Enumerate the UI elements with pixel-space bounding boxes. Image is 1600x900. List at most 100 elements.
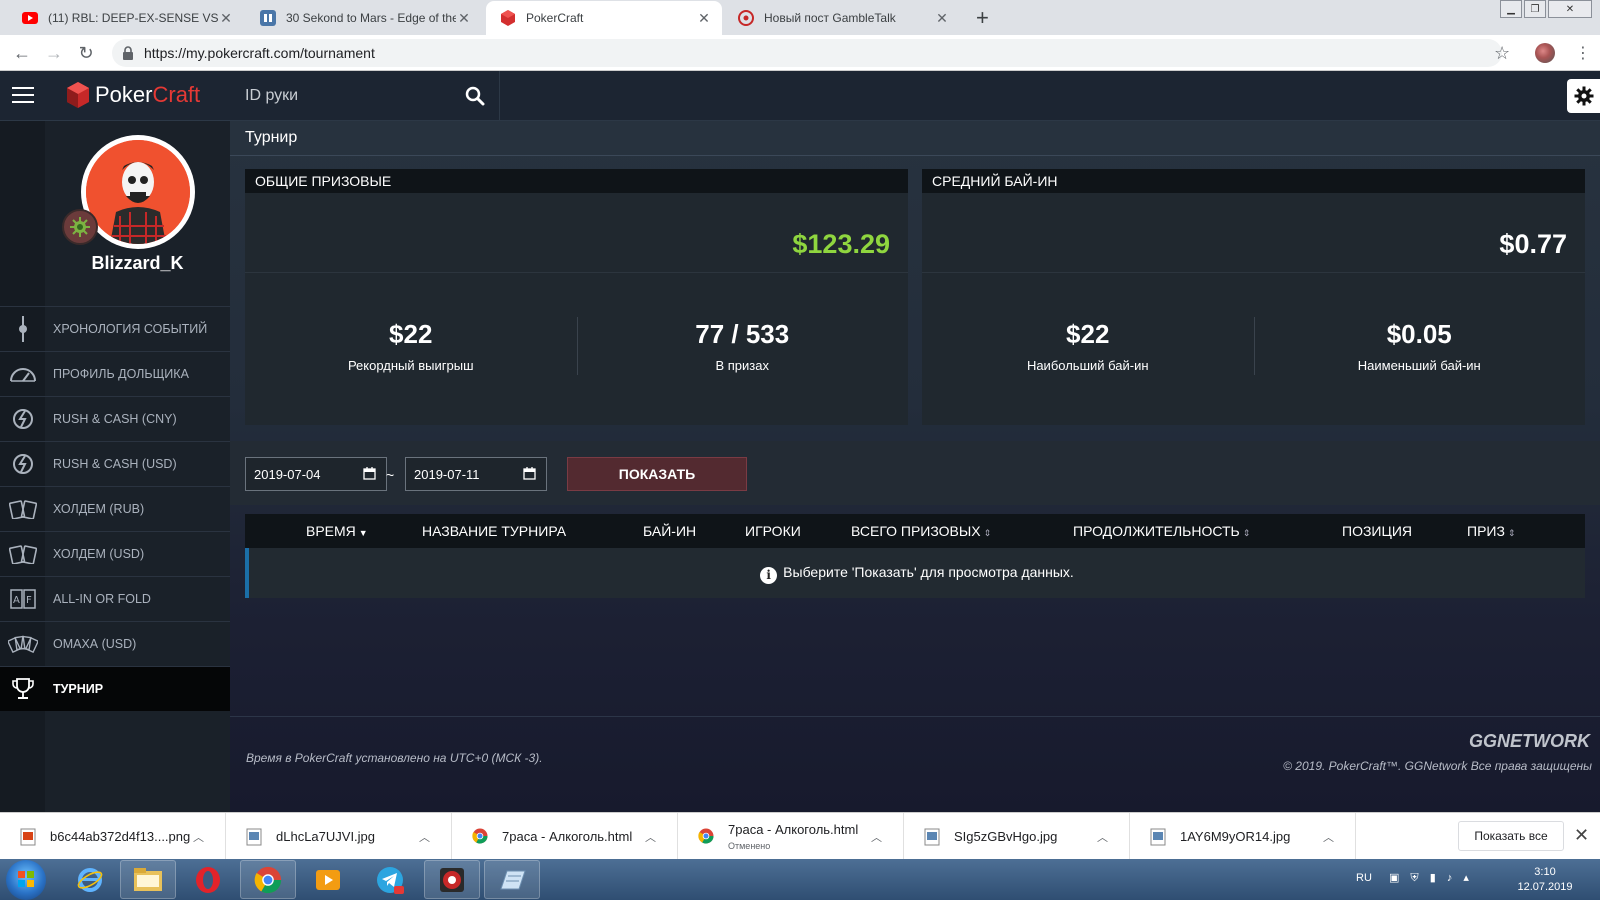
close-icon[interactable]: ✕ bbox=[696, 10, 712, 27]
sidebar: Blizzard_K ХРОНОЛОГИЯ СОБЫТИЙ ПРОФИЛЬ ДО… bbox=[0, 121, 230, 812]
column-header-position[interactable]: ПОЗИЦИЯ bbox=[1342, 523, 1412, 539]
taskbar-telegram[interactable] bbox=[362, 860, 418, 899]
chevron-up-icon[interactable]: ︿ bbox=[193, 829, 213, 845]
network-signal-icon[interactable]: ▮ bbox=[1430, 872, 1436, 884]
download-filename: SIg5zGBvHgo.jpg bbox=[954, 829, 1058, 844]
download-filename: b6c44ab372d4f13....png bbox=[50, 829, 191, 844]
cards-icon bbox=[0, 532, 45, 576]
volume-icon[interactable]: ♪ bbox=[1447, 872, 1453, 884]
browser-tab-youtube[interactable]: (11) RBL: DEEP-EX-SENSE VS PLA ✕ bbox=[8, 1, 244, 35]
show-button[interactable]: ПОКАЗАТЬ bbox=[567, 457, 747, 491]
taskbar-ie[interactable] bbox=[62, 860, 118, 899]
download-item[interactable]: 1AY6M9yOR14.jpg ︿ bbox=[1130, 813, 1356, 860]
download-item[interactable]: SIg5zGBvHgo.jpg ︿ bbox=[904, 813, 1130, 860]
language-indicator[interactable]: RU bbox=[1356, 872, 1372, 884]
column-header-players[interactable]: ИГРОКИ bbox=[745, 523, 801, 539]
stat-value: 77 / 533 bbox=[695, 319, 790, 349]
column-header-time[interactable]: ВРЕМЯ ▼ bbox=[306, 523, 368, 539]
cards-icon bbox=[0, 487, 45, 531]
minimize-button[interactable]: ▁ bbox=[1500, 0, 1522, 18]
chevron-up-icon[interactable]: ︿ bbox=[645, 829, 665, 845]
stat-max-buyin: $22 Наибольший бай-ин bbox=[922, 319, 1254, 373]
downloads-bar: b6c44ab372d4f13....png ︿ dLhcLa7UJVI.jpg… bbox=[0, 812, 1600, 860]
sidebar-item-staker-profile[interactable]: ПРОФИЛЬ ДОЛЬЩИКА bbox=[0, 351, 230, 396]
chevron-up-icon[interactable]: ︿ bbox=[871, 829, 891, 845]
sidebar-item-holdem-rub[interactable]: ХОЛДЕМ (RUB) bbox=[0, 486, 230, 531]
hamburger-menu-icon[interactable] bbox=[12, 87, 34, 105]
sidebar-item-label: ОМАХА (USD) bbox=[53, 637, 137, 651]
date-to-input[interactable]: 2019-07-11 bbox=[405, 457, 547, 491]
back-arrow-icon[interactable]: ← bbox=[12, 43, 32, 63]
calendar-icon[interactable] bbox=[363, 467, 376, 480]
sidebar-item-rush-cash-cny[interactable]: RUSH & CASH (CNY) bbox=[0, 396, 230, 441]
tab-title: 30 Sekond to Mars - Edge of the bbox=[286, 11, 456, 25]
browser-tab-music[interactable]: 30 Sekond to Mars - Edge of the ✕ bbox=[246, 1, 482, 35]
pokercraft-logo[interactable]: PokerCraft bbox=[67, 82, 200, 108]
info-icon: i bbox=[760, 567, 778, 584]
download-item[interactable]: 7раса - Алкоголь.html ︿ bbox=[452, 813, 678, 860]
avatar[interactable] bbox=[81, 135, 195, 249]
notification-icon[interactable]: ▴ bbox=[1463, 872, 1469, 884]
close-icon[interactable]: ✕ bbox=[218, 10, 234, 27]
chevron-up-icon[interactable]: ︿ bbox=[1097, 829, 1117, 845]
column-header-tournament-name[interactable]: НАЗВАНИЕ ТУРНИРА bbox=[422, 523, 566, 539]
download-filename: 1AY6M9yOR14.jpg bbox=[1180, 829, 1291, 844]
tray-app-icon[interactable]: ▣ bbox=[1389, 872, 1399, 884]
sidebar-menu: ХРОНОЛОГИЯ СОБЫТИЙ ПРОФИЛЬ ДОЛЬЩИКА RUSH… bbox=[0, 306, 230, 711]
download-item[interactable]: 7раса - Алкоголь.html Отменено ︿ bbox=[678, 813, 904, 860]
new-tab-button[interactable]: + bbox=[976, 5, 989, 31]
close-icon[interactable]: ✕ bbox=[934, 10, 950, 27]
calendar-icon[interactable] bbox=[523, 467, 536, 480]
tab-title: Новый пост GambleTalk bbox=[764, 11, 896, 25]
taskbar-clock[interactable]: 3:10 12.07.2019 bbox=[1510, 865, 1580, 895]
show-all-downloads-button[interactable]: Показать все bbox=[1458, 821, 1564, 851]
ggnetwork-logo: GGNETWORK bbox=[1469, 731, 1590, 751]
download-item[interactable]: dLhcLa7UJVI.jpg ︿ bbox=[226, 813, 452, 860]
search-icon[interactable] bbox=[465, 86, 485, 106]
taskbar-poker-client[interactable] bbox=[424, 860, 480, 899]
media-player-icon bbox=[316, 869, 340, 890]
column-header-buyin[interactable]: БАЙ-ИН bbox=[643, 523, 696, 539]
taskbar-explorer[interactable] bbox=[120, 860, 176, 899]
sidebar-item-allin-or-fold[interactable]: AF ALL-IN OR FOLD bbox=[0, 576, 230, 621]
taskbar-opera[interactable] bbox=[180, 860, 236, 899]
window-close-button[interactable]: ✕ bbox=[1548, 0, 1592, 18]
column-header-total-prize[interactable]: ВСЕГО ПРИЗОВЫХ ⇕ bbox=[851, 523, 991, 539]
sidebar-item-omaha-usd[interactable]: ОМАХА (USD) bbox=[0, 621, 230, 666]
bookmark-star-icon[interactable]: ☆ bbox=[1494, 43, 1510, 64]
taskbar-media-player[interactable] bbox=[300, 860, 356, 899]
sidebar-item-tournament[interactable]: ТУРНИР bbox=[0, 666, 230, 711]
column-header-prize[interactable]: ПРИЗ ⇕ bbox=[1467, 523, 1515, 539]
sidebar-item-holdem-usd[interactable]: ХОЛДЕМ (USD) bbox=[0, 531, 230, 576]
close-icon[interactable]: ✕ bbox=[1574, 825, 1589, 846]
browser-tab-pokercraft[interactable]: PokerCraft ✕ bbox=[486, 1, 722, 35]
forward-arrow-icon[interactable]: → bbox=[44, 43, 64, 63]
sort-icon: ⇕ bbox=[1507, 528, 1516, 538]
address-bar[interactable]: https://my.pokercraft.com/tournament bbox=[112, 39, 1502, 67]
taskbar-chrome[interactable] bbox=[240, 860, 296, 899]
chevron-up-icon[interactable]: ︿ bbox=[419, 829, 439, 845]
average-buyin-panel: СРЕДНИЙ БАЙ-ИН $0.77 $22 Наибольший бай-… bbox=[922, 169, 1585, 425]
gauge-icon bbox=[0, 352, 45, 396]
taskbar-app[interactable] bbox=[484, 860, 540, 899]
chevron-up-icon[interactable]: ︿ bbox=[1323, 829, 1343, 845]
close-icon[interactable]: ✕ bbox=[456, 10, 472, 27]
sidebar-item-label: ТУРНИР bbox=[53, 682, 104, 696]
opera-icon bbox=[196, 866, 220, 893]
tray-shield-icon[interactable]: ⛨ bbox=[1410, 872, 1418, 884]
browser-menu-icon[interactable]: ⋮ bbox=[1575, 43, 1591, 63]
hand-id-search[interactable]: ID руки bbox=[230, 71, 500, 121]
sidebar-item-rush-cash-usd[interactable]: RUSH & CASH (USD) bbox=[0, 441, 230, 486]
date-from-input[interactable]: 2019-07-04 bbox=[245, 457, 387, 491]
reload-icon[interactable]: ↻ bbox=[76, 43, 96, 63]
sidebar-item-timeline[interactable]: ХРОНОЛОГИЯ СОБЫТИЙ bbox=[0, 306, 230, 351]
stat-value: $22 bbox=[1066, 319, 1110, 349]
windows-start-button[interactable] bbox=[6, 860, 46, 900]
column-header-duration[interactable]: ПРОДОЛЖИТЕЛЬНОСТЬ ⇕ bbox=[1073, 523, 1250, 539]
browser-profile-avatar[interactable] bbox=[1535, 43, 1555, 63]
maximize-button[interactable]: ❐ bbox=[1524, 0, 1546, 18]
browser-tab-gambletalk[interactable]: Новый пост GambleTalk ✕ bbox=[724, 1, 960, 35]
download-item[interactable]: b6c44ab372d4f13....png ︿ bbox=[0, 813, 226, 860]
settings-button[interactable] bbox=[1567, 79, 1600, 113]
logo-text-craft: Craft bbox=[152, 82, 201, 107]
